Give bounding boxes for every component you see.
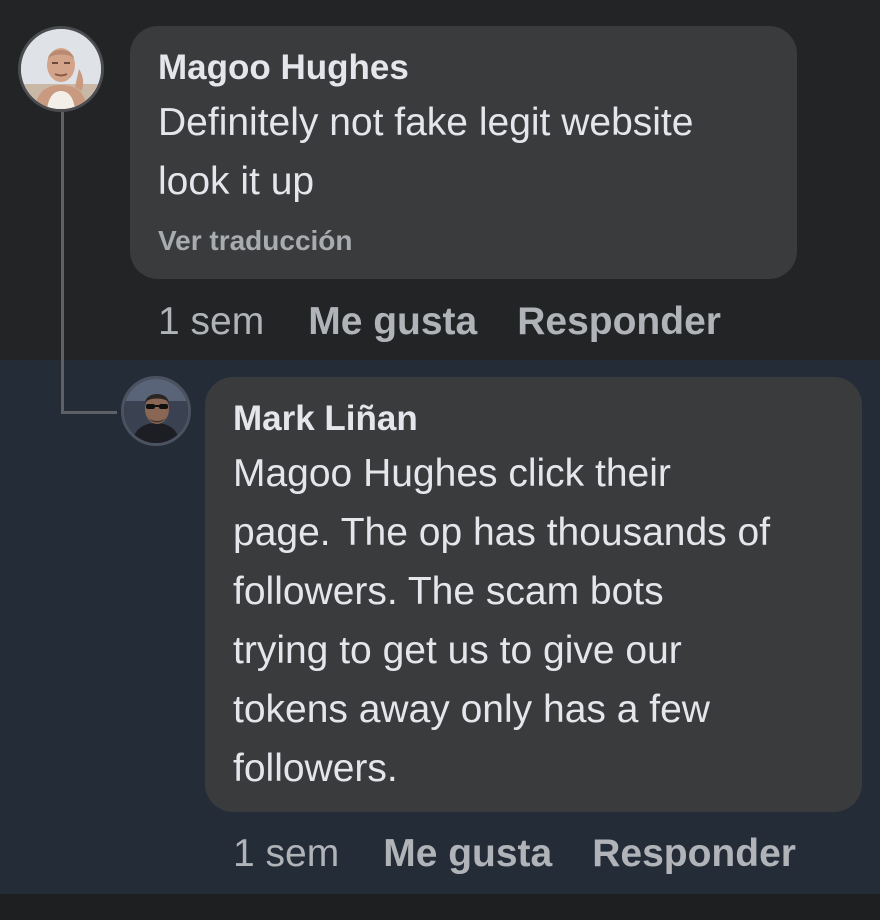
comment-line: look it up bbox=[158, 160, 315, 203]
see-translation-link[interactable]: Ver traducción bbox=[158, 225, 353, 257]
reply-button[interactable]: Responder bbox=[592, 832, 796, 876]
avatar-mark-linan[interactable] bbox=[121, 376, 191, 446]
user-avatar-photo-icon bbox=[21, 29, 101, 109]
comment-body: Magoo Hughes click their page. The op ha… bbox=[233, 444, 834, 798]
thread-connector-line bbox=[61, 112, 64, 414]
thread-connector-branch bbox=[61, 411, 117, 414]
comment-body: Definitely not fake legit website look i… bbox=[158, 93, 769, 211]
comment-bubble: Mark Liñan Magoo Hughes click their page… bbox=[205, 377, 862, 812]
comment-line: followers. bbox=[233, 747, 398, 790]
comment-line: followers. The scam bots bbox=[233, 570, 664, 613]
comment-line: tokens away only has a few bbox=[233, 688, 710, 731]
like-button[interactable]: Me gusta bbox=[308, 300, 477, 344]
comment-line: page. The op has thousands of bbox=[233, 511, 771, 554]
comment-bubble: Magoo Hughes Definitely not fake legit w… bbox=[130, 26, 797, 279]
like-button[interactable]: Me gusta bbox=[383, 832, 552, 876]
avatar-magoo-hughes[interactable] bbox=[18, 26, 104, 112]
comment-timestamp[interactable]: 1 sem bbox=[233, 832, 339, 876]
comment-author[interactable]: Magoo Hughes bbox=[158, 48, 769, 88]
reply-button[interactable]: Responder bbox=[517, 300, 721, 344]
comment-line: Magoo Hughes click their bbox=[233, 452, 671, 495]
comment-author[interactable]: Mark Liñan bbox=[233, 399, 834, 439]
comment-line: trying to get us to give our bbox=[233, 629, 682, 672]
user-avatar-photo-icon bbox=[124, 379, 188, 443]
bottom-divider bbox=[0, 894, 880, 920]
comment-actions: 1 sem Me gusta Responder bbox=[233, 830, 836, 878]
comment-line: Definitely not fake legit website bbox=[158, 101, 694, 144]
comment-timestamp[interactable]: 1 sem bbox=[158, 300, 264, 344]
comment-actions: 1 sem Me gusta Responder bbox=[158, 298, 761, 346]
